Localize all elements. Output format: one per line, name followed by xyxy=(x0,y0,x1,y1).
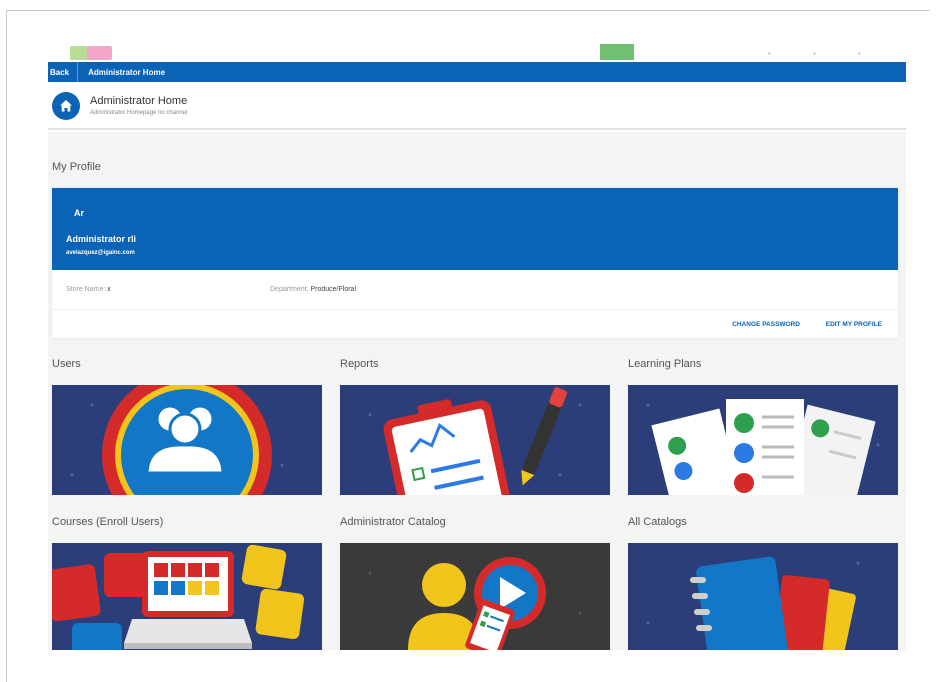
change-password-link[interactable]: CHANGE PASSWORD xyxy=(732,321,800,328)
tile-label-all-catalogs: All Catalogs xyxy=(628,516,687,528)
nav-bar: Back Administrator Home xyxy=(48,62,906,82)
store-name-label: Store Name: xyxy=(66,286,106,293)
avatar-initials: Ar xyxy=(74,208,85,218)
learning-plans-tile[interactable] xyxy=(628,385,898,495)
back-button[interactable]: Back xyxy=(48,62,79,82)
courses-tile[interactable] xyxy=(52,543,322,650)
tile-label-courses: Courses (Enroll Users) xyxy=(52,516,164,528)
profile-details: Store Name: x Department: Produce/Floral xyxy=(52,270,898,310)
edit-profile-link[interactable]: EDIT MY PROFILE xyxy=(826,321,882,328)
page-subtitle: Administrator Homepage no channel xyxy=(90,110,188,116)
profile-banner: Ar Administrator rli avelazquez@igainc.c… xyxy=(52,188,898,270)
tile-label-reports: Reports xyxy=(340,358,379,370)
all-catalogs-tile[interactable] xyxy=(628,543,898,650)
main-content: My Profile Ar Administrator rli avelazqu… xyxy=(48,132,906,650)
department-value: Produce/Floral xyxy=(310,286,357,293)
tile-label-learning-plans: Learning Plans xyxy=(628,358,702,370)
breadcrumb: Administrator Home xyxy=(88,67,166,77)
page-title: Administrator Home xyxy=(90,95,188,107)
admin-catalog-play-icon xyxy=(340,543,610,650)
profile-actions: CHANGE PASSWORD EDIT MY PROFILE xyxy=(52,310,898,338)
catalogs-binder-icon xyxy=(628,543,898,650)
reports-tile[interactable] xyxy=(340,385,610,495)
store-name-field: Store Name: x xyxy=(66,286,111,293)
tile-label-users: Users xyxy=(52,358,81,370)
admin-catalog-tile[interactable] xyxy=(340,543,610,650)
top-icons: • • • xyxy=(768,49,881,58)
learning-plans-checklist-icon xyxy=(628,385,898,495)
department-label: Department: xyxy=(270,286,309,293)
page-header: Administrator Home Administrator Homepag… xyxy=(48,82,906,130)
search-go-button[interactable] xyxy=(600,44,634,60)
home-icon[interactable] xyxy=(52,92,80,120)
department-field: Department: Produce/Floral xyxy=(270,286,356,293)
profile-card: Ar Administrator rli avelazquez@igainc.c… xyxy=(52,188,898,338)
my-profile-heading: My Profile xyxy=(52,161,101,173)
profile-name: Administrator rli xyxy=(66,234,137,244)
reports-clipboard-icon xyxy=(340,385,610,495)
brand-logo xyxy=(70,46,112,60)
users-icon xyxy=(52,385,322,495)
tile-label-admin-catalog: Administrator Catalog xyxy=(340,516,446,528)
users-tile[interactable] xyxy=(52,385,322,495)
profile-email: avelazquez@igainc.com xyxy=(66,250,135,256)
app-top-strip: • • • xyxy=(48,42,906,62)
store-name-value: x xyxy=(107,286,111,293)
courses-laptop-icon xyxy=(52,543,322,650)
